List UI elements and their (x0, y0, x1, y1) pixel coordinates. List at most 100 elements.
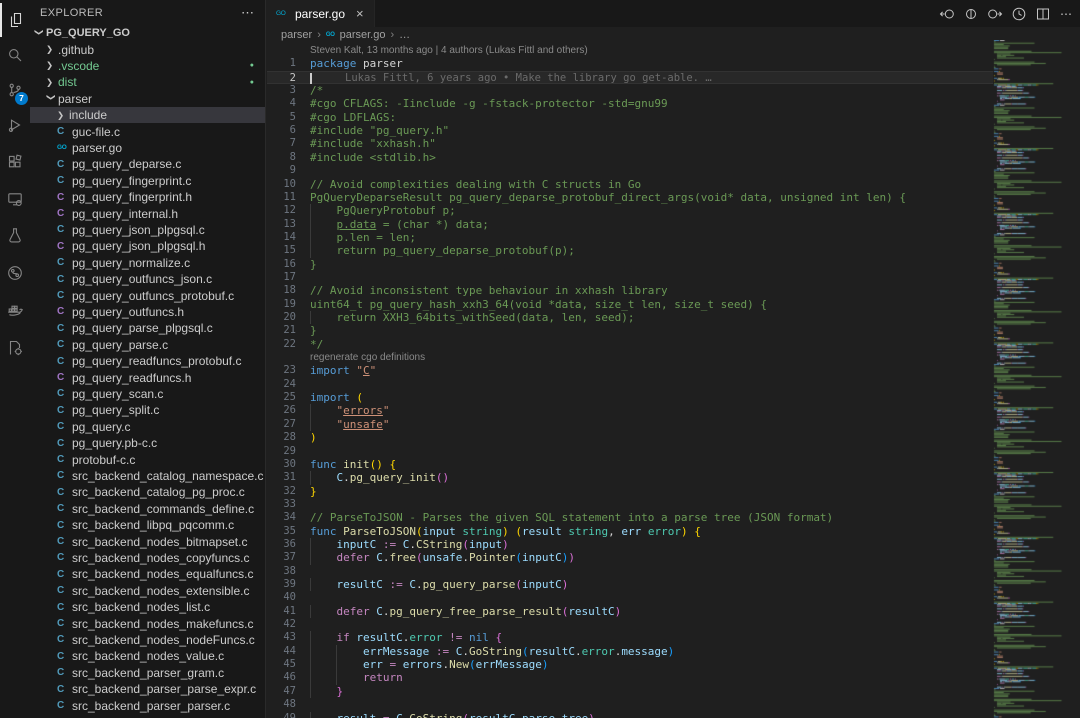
tree-file-src_backend_catalog_pg_proc.c[interactable]: Csrc_backend_catalog_pg_proc.c (30, 484, 265, 500)
tree-file-pg_query_readfuncs.h[interactable]: Cpg_query_readfuncs.h (30, 369, 265, 385)
code-line: } (310, 485, 317, 498)
activity-source-control-icon[interactable]: 7 (0, 73, 30, 107)
more-actions-icon[interactable]: ⋯ (1057, 4, 1076, 23)
open-changes-next-icon[interactable] (985, 4, 1004, 23)
activity-file-settings-icon[interactable] (0, 331, 30, 365)
code-row: 24 (267, 378, 993, 391)
tree-file-pg_query_json_plpgsql.c[interactable]: Cpg_query_json_plpgsql.c (30, 222, 265, 238)
tree-root-pg-query-go[interactable]: ❯PG_QUERY_GO (30, 25, 265, 41)
codelens-link[interactable]: Steven Kalt, 13 months ago | 4 authors (… (310, 44, 588, 57)
tree-file-src_backend_commands_define.c[interactable]: Csrc_backend_commands_define.c (30, 501, 265, 517)
c-file-icon: C (57, 536, 72, 547)
breadcrumb-file[interactable]: parser.go (340, 29, 386, 41)
tree-folder-.github[interactable]: ❯.github (30, 41, 265, 57)
breadcrumb-folder[interactable]: parser (281, 29, 312, 41)
activity-extensions-icon[interactable] (0, 145, 30, 179)
file-history-icon[interactable] (1009, 4, 1028, 23)
tree-file-src_backend_parser_gram.c[interactable]: Csrc_backend_parser_gram.c (30, 665, 265, 681)
tree-file-guc-file.c[interactable]: Cguc-file.c (30, 123, 265, 139)
compare-revision-icon[interactable] (961, 4, 980, 23)
split-editor-icon[interactable] (1033, 4, 1052, 23)
tree-file-pg_query_outfuncs_json.c[interactable]: Cpg_query_outfuncs_json.c (30, 271, 265, 287)
tree-file-parser.go[interactable]: GOparser.go (30, 140, 265, 156)
tree-folder-parser[interactable]: ❯parser (30, 91, 265, 107)
codelens-row[interactable]: regenerate cgo definitions (267, 351, 993, 364)
code-line: C.pg_query_init() (310, 471, 449, 484)
tree-file-src_backend_nodes_equalfuncs.c[interactable]: Csrc_backend_nodes_equalfuncs.c (30, 566, 265, 582)
tab-parser-go[interactable]: GO parser.go × (267, 0, 375, 27)
code-row: 44 errMessage := C.GoString(resultC.erro… (267, 645, 993, 658)
explorer-header: EXPLORER ⋯ (30, 0, 265, 25)
tree-file-pg_query_parse.c[interactable]: Cpg_query_parse.c (30, 337, 265, 353)
chevron-down-icon: ❯ (45, 94, 56, 106)
line-number: 17 (267, 271, 296, 284)
tree-file-pg_query_split.c[interactable]: Cpg_query_split.c (30, 402, 265, 418)
activity-remote-explorer-icon[interactable] (0, 182, 30, 216)
activity-gitlens-icon[interactable] (0, 256, 30, 290)
file-tree: ❯PG_QUERY_GO❯.github❯.vscode●❯dist●❯pars… (30, 25, 265, 718)
code-editor[interactable]: Steven Kalt, 13 months ago | 4 authors (… (267, 43, 1080, 718)
tree-file-protobuf-c.c[interactable]: Cprotobuf-c.c (30, 451, 265, 467)
close-icon[interactable]: × (356, 6, 364, 21)
line-number: 28 (267, 431, 296, 444)
tree-file-pg_query_internal.h[interactable]: Cpg_query_internal.h (30, 205, 265, 221)
item-label: pg_query_readfuncs_protobuf.c (72, 354, 241, 368)
chevron-down-icon: ❯ (33, 28, 44, 40)
tree-file-pg_query_fingerprint.h[interactable]: Cpg_query_fingerprint.h (30, 189, 265, 205)
c-file-icon: C (57, 634, 72, 645)
tree-file-pg_query_outfuncs.h[interactable]: Cpg_query_outfuncs.h (30, 304, 265, 320)
codelens-row[interactable]: Steven Kalt, 13 months ago | 4 authors (… (267, 44, 993, 57)
tree-file-src_backend_nodes_list.c[interactable]: Csrc_backend_nodes_list.c (30, 599, 265, 615)
tree-file-pg_query_readfuncs_protobuf.c[interactable]: Cpg_query_readfuncs_protobuf.c (30, 353, 265, 369)
tree-file-pg_query_scan.c[interactable]: Cpg_query_scan.c (30, 386, 265, 402)
tree-file-src_backend_nodes_bitmapset.c[interactable]: Csrc_backend_nodes_bitmapset.c (30, 533, 265, 549)
more-actions-icon[interactable]: ⋯ (241, 5, 255, 21)
code-line: // ParseToJSON - Parses the given SQL st… (310, 511, 833, 524)
code-line: ) (310, 431, 317, 444)
code-row: 32} (267, 485, 993, 498)
c-file-icon: C (57, 700, 72, 711)
code-row: 35func ParseToJSON(input string) (result… (267, 525, 993, 538)
tree-file-pg_query.pb-c.c[interactable]: Cpg_query.pb-c.c (30, 435, 265, 451)
codelens-link[interactable]: regenerate cgo definitions (310, 351, 425, 364)
tree-folder-.vscode[interactable]: ❯.vscode● (30, 58, 265, 74)
tree-file-pg_query_outfuncs_protobuf.c[interactable]: Cpg_query_outfuncs_protobuf.c (30, 287, 265, 303)
line-number: 1 (267, 57, 296, 70)
tree-file-src_backend_nodes_makefuncs.c[interactable]: Csrc_backend_nodes_makefuncs.c (30, 615, 265, 631)
tree-folder-dist[interactable]: ❯dist● (30, 74, 265, 90)
line-number: 8 (267, 151, 296, 164)
tree-file-src_backend_nodes_copyfuncs.c[interactable]: Csrc_backend_nodes_copyfuncs.c (30, 550, 265, 566)
breadcrumb-symbol[interactable]: … (399, 29, 410, 41)
code-row: 21} (267, 324, 993, 337)
open-changes-previous-icon[interactable] (937, 4, 956, 23)
line-number: 27 (267, 418, 296, 431)
tree-file-pg_query_normalize.c[interactable]: Cpg_query_normalize.c (30, 255, 265, 271)
code-row: 29 (267, 445, 993, 458)
tree-file-src_backend_parser_parser.c[interactable]: Csrc_backend_parser_parser.c (30, 697, 265, 713)
tree-folder-include[interactable]: ❯include (30, 107, 265, 123)
tree-file-pg_query_fingerprint.c[interactable]: Cpg_query_fingerprint.c (30, 173, 265, 189)
activity-run-debug-icon[interactable] (0, 108, 30, 142)
c-file-icon: C (57, 372, 72, 383)
activity-explorer-icon[interactable] (0, 3, 30, 37)
activity-docker-icon[interactable] (0, 293, 30, 327)
tree-file-pg_query_deparse.c[interactable]: Cpg_query_deparse.c (30, 156, 265, 172)
minimap[interactable] (993, 40, 1080, 718)
tree-file-src_backend_nodes_value.c[interactable]: Csrc_backend_nodes_value.c (30, 648, 265, 664)
tree-file-src_backend_nodes_nodeFuncs.c[interactable]: Csrc_backend_nodes_nodeFuncs.c (30, 632, 265, 648)
go-file-icon: GO (326, 32, 335, 38)
tree-file-src_backend_parser_parse_expr.c[interactable]: Csrc_backend_parser_parse_expr.c (30, 681, 265, 697)
tree-file-src_backend_libpq_pqcomm.c[interactable]: Csrc_backend_libpq_pqcomm.c (30, 517, 265, 533)
item-label: src_backend_nodes_bitmapset.c (72, 535, 247, 549)
tree-file-src_backend_nodes_extensible.c[interactable]: Csrc_backend_nodes_extensible.c (30, 583, 265, 599)
activity-search-icon[interactable] (0, 38, 30, 72)
tree-file-pg_query_parse_plpgsql.c[interactable]: Cpg_query_parse_plpgsql.c (30, 320, 265, 336)
activity-testing-icon[interactable] (0, 218, 30, 252)
line-number: 36 (267, 538, 296, 551)
tree-file-src_backend_catalog_namespace.c[interactable]: Csrc_backend_catalog_namespace.c (30, 468, 265, 484)
line-number: 20 (267, 311, 296, 324)
item-label: parser (58, 92, 92, 106)
tree-file-pg_query_json_plpgsql.h[interactable]: Cpg_query_json_plpgsql.h (30, 238, 265, 254)
tree-file-pg_query.c[interactable]: Cpg_query.c (30, 419, 265, 435)
code-row: 46 return (267, 671, 993, 684)
